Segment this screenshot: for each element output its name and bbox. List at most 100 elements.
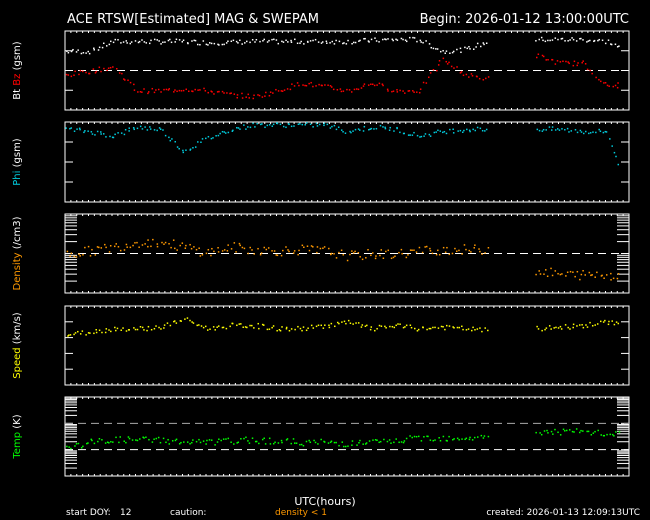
data-point-density [429,250,432,252]
data-point-temp [199,441,202,444]
data-point-speed [302,326,305,328]
data-point-temp [565,429,568,432]
data-point-bt [141,39,143,41]
data-point-phi [344,132,347,134]
data-point-speed [352,323,354,325]
data-point-temp [379,440,382,443]
data-point-bz [233,93,236,95]
data-point-density [316,246,319,248]
data-point-density [119,249,122,252]
data-point-speed [357,322,360,324]
data-point-bt [287,41,289,43]
data-point-bz [207,91,209,94]
data-point-temp [606,433,608,436]
data-point-speed [320,324,323,327]
data-point-phi [429,135,432,137]
data-point-speed [343,320,346,323]
data-point-bt [235,40,238,43]
data-point-bt [271,38,273,41]
data-point-phi [91,133,94,135]
data-point-density [123,249,126,251]
data-point-density [239,244,241,247]
data-point-bz [168,88,171,90]
data-point-density [105,246,107,249]
data-point-temp [206,439,208,442]
data-point-bt [321,41,324,43]
data-point-density [316,251,318,254]
data-point-phi [485,128,488,131]
data-point-speed [370,326,373,328]
data-point-temp [277,442,280,444]
data-point-density [306,245,309,247]
data-point-density [456,250,458,252]
data-point-density [603,277,605,279]
data-point-phi [598,128,600,131]
data-point-density [176,249,178,251]
data-point-speed [611,320,613,322]
data-point-temp [74,445,76,447]
data-point-phi [159,128,162,130]
data-point-density [257,247,259,250]
data-point-speed [238,323,241,325]
data-point-density [227,244,229,246]
data-point-bt [354,41,357,44]
data-point-bz [124,79,126,81]
data-point-bz [221,90,224,93]
data-point-temp [104,442,107,444]
data-point-phi [413,131,415,134]
data-point-bz [265,91,267,94]
data-point-bt [282,41,285,43]
data-point-speed [444,328,446,331]
data-point-phi [174,141,176,143]
data-point-temp [546,429,548,432]
data-point-density [221,250,224,252]
data-point-temp [175,438,178,441]
data-point-speed [545,327,548,329]
data-point-phi [354,128,357,131]
data-point-density [429,247,431,250]
data-point-density [91,248,93,251]
data-point-bz [291,83,293,85]
data-point-temp [317,443,319,445]
data-point-bt [400,37,403,40]
data-point-bz [436,69,438,72]
data-point-phi [90,131,93,133]
data-point-density [605,274,608,276]
data-point-temp [280,439,283,442]
data-point-bt [169,38,171,41]
data-point-speed [608,320,610,323]
data-point-bt [254,41,256,43]
data-point-phi [266,124,269,127]
data-point-speed [361,324,364,326]
data-point-phi [144,126,146,128]
data-point-phi [205,137,207,140]
data-point-bz [197,89,199,91]
data-point-phi [588,132,590,135]
data-point-phi [100,133,102,135]
data-point-density [190,247,193,250]
data-point-density [161,241,163,244]
data-point-speed [114,326,116,329]
data-point-speed [428,327,431,330]
data-point-bt [237,42,239,44]
data-point-bz [346,88,348,91]
data-point-temp [183,441,185,443]
data-point-density [251,249,253,251]
data-point-bt [72,48,74,51]
data-point-density [207,248,210,251]
data-point-phi [461,131,464,133]
data-point-bt [402,38,404,41]
data-point-phi [149,126,151,128]
data-point-density [474,244,476,246]
data-point-bt [432,47,435,50]
data-point-temp [347,445,349,447]
data-point-temp [272,442,275,445]
data-point-bt [232,39,235,42]
data-point-phi [558,129,561,131]
data-point-temp [308,439,310,442]
data-point-density [574,275,576,278]
data-point-density [217,246,219,249]
data-point-density [136,241,138,244]
data-point-phi [568,131,570,133]
data-point-density [259,253,262,256]
